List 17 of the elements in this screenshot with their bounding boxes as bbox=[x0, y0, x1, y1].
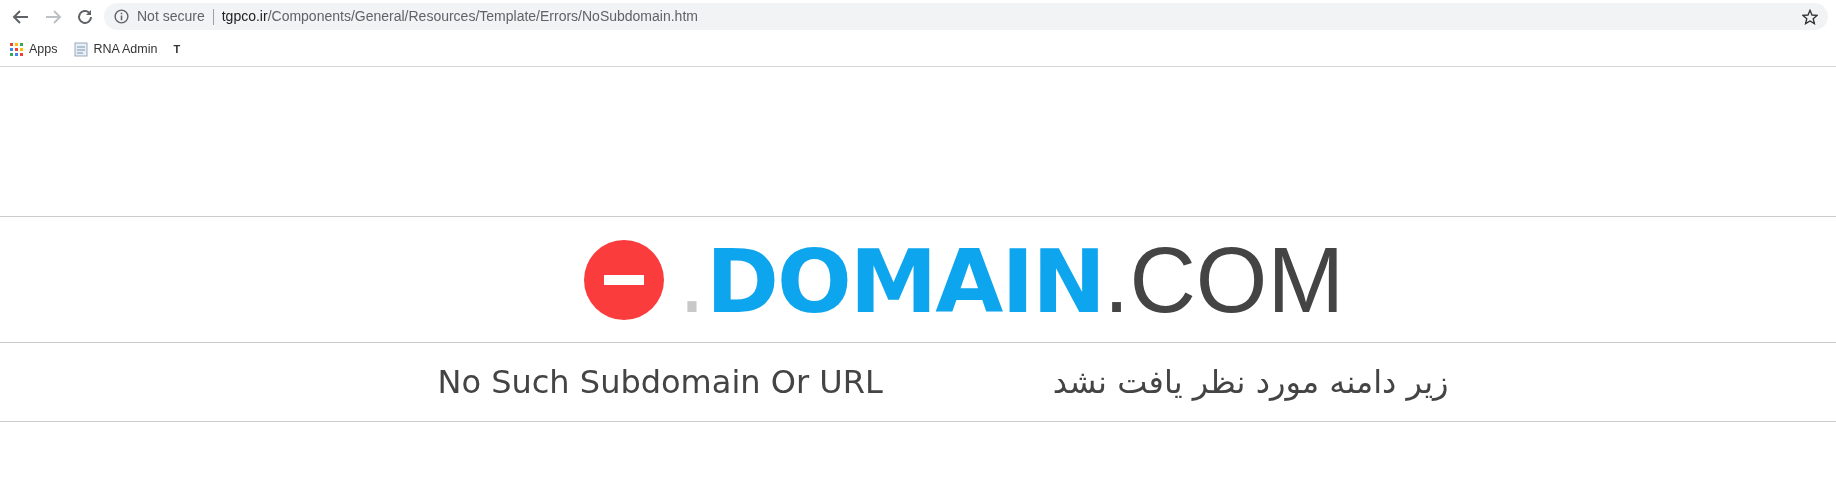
apps-grid-icon bbox=[10, 43, 23, 56]
document-icon bbox=[73, 42, 88, 57]
star-icon[interactable] bbox=[1802, 8, 1818, 25]
security-label: Not secure bbox=[137, 7, 205, 26]
forward-arrow-icon bbox=[44, 7, 62, 26]
no-entry-icon bbox=[583, 239, 664, 320]
bookmark[interactable]: Apps bbox=[10, 40, 58, 59]
bookmark[interactable]: T bbox=[173, 41, 181, 58]
back-arrow-icon bbox=[12, 7, 30, 26]
info-icon bbox=[114, 9, 129, 24]
address-bar[interactable]: Not secure tgpco.ir/Components/General/Resources/Template/Errors/NoSubdomain.htm bbox=[104, 3, 1828, 30]
message-text: No Such Subdomain Or URL bbox=[437, 362, 883, 403]
message-text: زیر دامنه مورد نظر یافت نشد bbox=[1052, 362, 1449, 403]
domain-logo-text: .DOMAIN.COM bbox=[677, 233, 1345, 326]
url-text: tgpco.ir/Components/General/Resources/Template/Errors/NoSubdomain.htm bbox=[221, 7, 698, 26]
reload-icon bbox=[76, 7, 94, 26]
bookmark[interactable]: RNA Admin bbox=[73, 40, 158, 59]
